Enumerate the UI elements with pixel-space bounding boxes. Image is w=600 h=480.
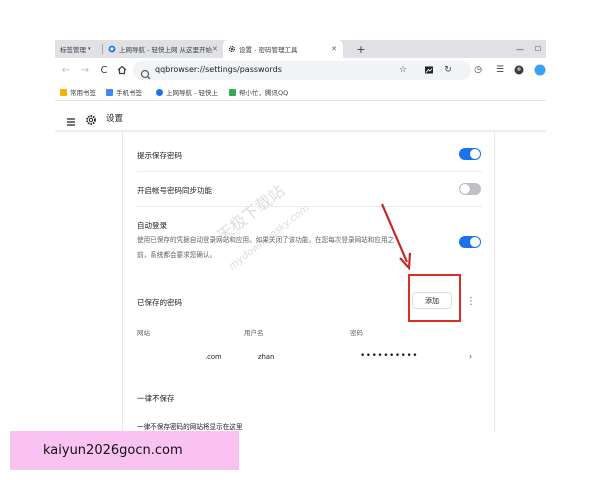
menu-icon[interactable]: ☰ <box>493 63 507 77</box>
bookmark-icon <box>106 88 113 96</box>
search-icon <box>140 65 151 80</box>
minimize-button[interactable]: — <box>513 42 527 56</box>
bookmark-label: 上网导航 - 轻快上 <box>166 89 218 97</box>
gear-icon <box>85 111 97 125</box>
auto-signin-label: 自动登录 <box>137 221 167 230</box>
back-icon[interactable]: ← <box>59 63 73 77</box>
tab-manager[interactable]: 标签管理 ▾ <box>55 40 101 58</box>
card-border <box>494 132 495 432</box>
tab-navigation[interactable]: 上网导航 - 轻快上网 从这里开始 ✕ <box>103 40 222 58</box>
maximize-button[interactable]: ☐ <box>531 42 545 56</box>
new-tab-button[interactable]: + <box>354 42 368 56</box>
bookmark-item[interactable]: 上网导航 - 轻快上 <box>156 87 218 97</box>
browser-toolbar: ← → C qqbrowser://settings/passwords ☆ ↻… <box>55 58 546 83</box>
bookmark-item[interactable]: 手机书签 <box>106 87 142 97</box>
close-icon[interactable]: ✕ <box>212 45 218 53</box>
offer-to-save-toggle[interactable] <box>459 148 481 160</box>
sync-passwords-label: 开启帐号密码同步功能 <box>137 186 212 195</box>
divider <box>137 206 482 207</box>
toggle-knob <box>470 149 480 159</box>
divider <box>137 171 482 172</box>
bookmark-icon <box>60 88 67 96</box>
avatar[interactable] <box>512 63 526 77</box>
bookmark-item[interactable]: 帮小忙，腾讯QQ <box>229 87 288 97</box>
page-title: 设置 <box>106 114 124 124</box>
column-header-password: 密码 <box>350 329 363 337</box>
tab-label: 上网导航 - 轻快上网 从这里开始 <box>119 46 213 54</box>
screenshot-stage: 标签管理 ▾ 上网导航 - 轻快上网 从这里开始 ✕ 设置 - 密码管理工具 ✕… <box>0 0 600 480</box>
site-cell: .com <box>205 353 222 361</box>
column-header-username: 用户名 <box>244 329 264 337</box>
sync-icon[interactable]: ↻ <box>441 63 455 77</box>
annotation-arrow-icon <box>380 203 412 271</box>
tab-settings[interactable]: 设置 - 密码管理工具 ✕ <box>223 40 343 58</box>
banner-text: kaiyun2026gocn.com <box>43 443 183 458</box>
address-bar[interactable]: qqbrowser://settings/passwords <box>133 61 471 80</box>
settings-header: 设置 <box>55 104 546 130</box>
username-cell: zhan <box>258 353 275 361</box>
sync-passwords-toggle[interactable] <box>459 183 481 195</box>
more-actions-icon[interactable]: ⋮ <box>466 294 476 308</box>
url-text: qqbrowser://settings/passwords <box>155 65 282 74</box>
bookmarks-bar: 常用书签 手机书签 上网导航 - 轻快上 帮小忙，腾讯QQ <box>55 83 546 101</box>
reload-icon[interactable]: C <box>97 63 111 77</box>
auto-signin-toggle[interactable] <box>459 236 481 248</box>
bookmark-item[interactable]: 常用书签 <box>60 87 96 97</box>
toggle-knob <box>460 184 470 194</box>
gear-icon <box>228 45 236 53</box>
close-icon[interactable]: ✕ <box>331 45 337 53</box>
tab-bar: 标签管理 ▾ 上网导航 - 轻快上网 从这里开始 ✕ 设置 - 密码管理工具 ✕… <box>55 40 546 58</box>
chevron-down-icon: ▾ <box>88 46 91 52</box>
qq-browser-icon <box>156 88 163 96</box>
never-saved-description: 一律不保存密码的网站将显示在这里 <box>137 423 243 431</box>
forward-icon[interactable]: → <box>78 63 92 77</box>
never-saved-heading: 一律不保存 <box>137 394 175 403</box>
bookmark-label: 手机书签 <box>116 89 142 97</box>
star-icon[interactable]: ☆ <box>396 63 410 77</box>
bookmark-label: 帮小忙，腾讯QQ <box>239 89 289 97</box>
column-header-site: 网站 <box>137 329 150 337</box>
bookmark-label: 常用书签 <box>70 89 96 97</box>
toggle-knob <box>470 237 480 247</box>
history-icon[interactable]: ◷ <box>471 63 485 77</box>
tab-label: 标签管理 <box>60 46 86 54</box>
chevron-right-icon[interactable]: › <box>469 352 472 361</box>
qq-browser-icon <box>108 45 116 53</box>
bookmark-icon <box>229 88 236 96</box>
add-password-button[interactable]: 添加 <box>412 292 452 309</box>
tab-label: 设置 - 密码管理工具 <box>239 46 298 54</box>
hamburger-menu-icon[interactable] <box>66 112 76 126</box>
assistant-icon[interactable] <box>533 63 547 77</box>
saved-passwords-heading: 已保存的密码 <box>137 298 182 307</box>
card-border <box>122 132 123 432</box>
image-icon[interactable] <box>422 63 436 77</box>
offer-to-save-label: 提示保存密码 <box>137 151 182 160</box>
url-banner: kaiyun2026gocn.com <box>10 431 239 470</box>
home-icon[interactable] <box>115 63 129 77</box>
header-shadow <box>55 130 546 133</box>
password-cell: •••••••••• <box>360 351 419 361</box>
